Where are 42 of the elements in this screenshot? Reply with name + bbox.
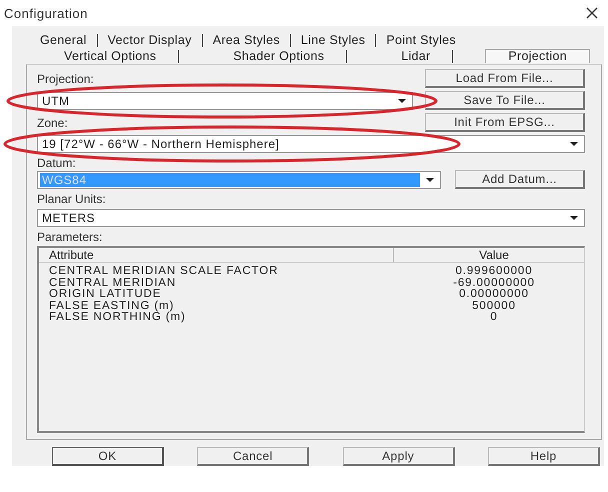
tab[interactable]: Lidar <box>379 50 454 62</box>
dialog-button[interactable]: Apply <box>342 447 455 466</box>
dialog-button[interactable]: Cancel <box>197 447 310 466</box>
tab[interactable]: Vector Display <box>98 34 203 46</box>
table-cell-text: -69.00000000 <box>452 278 536 289</box>
caret-icon <box>570 142 578 146</box>
field-label: Parameters: <box>37 230 104 244</box>
field-label: Zone: <box>37 116 69 130</box>
save-button[interactable]: Save To File... <box>425 91 585 110</box>
table-cell-text: 0 <box>489 312 499 324</box>
tab[interactable]: Projection <box>485 49 590 63</box>
close-icon[interactable] <box>586 7 598 19</box>
field-label: Planar Units: <box>37 192 107 206</box>
tab[interactable]: Area Styles <box>202 34 291 46</box>
table-cell-text: 500000 <box>471 300 517 312</box>
column-header[interactable]: Value <box>394 248 584 262</box>
projection-dropdown[interactable]: UTM <box>37 92 413 110</box>
column-header[interactable]: Attribute <box>39 248 394 262</box>
caret-icon <box>398 98 406 102</box>
table-cell-text: FALSE EASTING (m) <box>48 300 174 312</box>
field-label: Projection: <box>37 72 95 86</box>
dialog-button[interactable]: Help <box>488 447 600 466</box>
table-cell-text: CENTRAL MERIDIAN <box>48 278 178 289</box>
table-cell-text: ORIGIN LATITUDE <box>48 289 162 300</box>
tab[interactable]: General <box>30 34 98 46</box>
table-cell-text: CENTRAL MERIDIAN SCALE FACTOR <box>48 266 280 278</box>
zone-dropdown[interactable]: 19 [72°W - 66°W - Northern Hemisphere] <box>37 135 585 153</box>
caret-icon <box>426 178 434 182</box>
init-button[interactable]: Init From EPSG... <box>425 113 585 132</box>
dialog-button[interactable]: OK <box>52 447 164 466</box>
field-label: Datum: <box>37 156 77 170</box>
tab[interactable]: Point Styles <box>376 34 466 46</box>
tab[interactable]: Vertical Options <box>42 50 180 62</box>
table-cell-text: FALSE NORTHING (m) <box>48 312 187 324</box>
load-button[interactable]: Load From File... <box>425 69 585 88</box>
window-title: Configuration <box>4 6 88 20</box>
tab[interactable]: Shader Options <box>211 50 348 62</box>
table-cell-text: 0.00000000 <box>458 289 530 301</box>
table-cell-text: 0.999600000 <box>454 266 534 278</box>
add-datum-button[interactable]: Add Datum... <box>455 170 585 189</box>
tab[interactable]: Line Styles <box>290 34 376 46</box>
caret-icon <box>570 216 578 220</box>
